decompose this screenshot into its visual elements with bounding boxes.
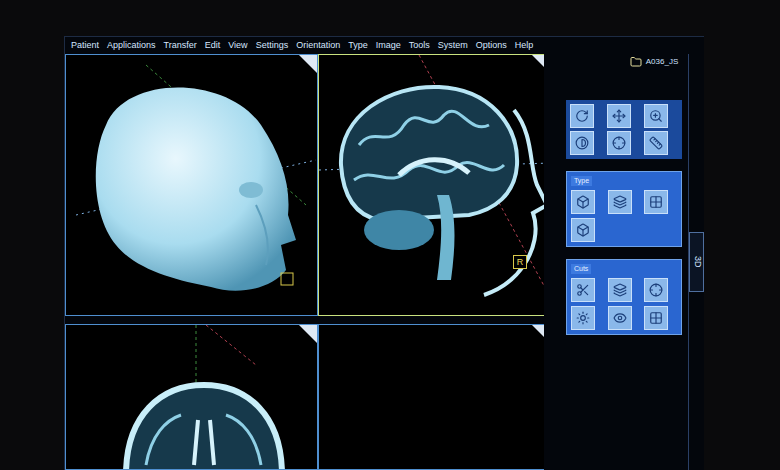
group-label: Type bbox=[571, 176, 592, 186]
pan-icon bbox=[612, 109, 626, 123]
eye-icon bbox=[613, 311, 627, 325]
menu-item[interactable]: Applications bbox=[107, 39, 156, 53]
tool-button[interactable] bbox=[607, 131, 631, 155]
corner-fold[interactable] bbox=[532, 325, 544, 343]
tool-panel: A036_JS Type Cuts bbox=[566, 54, 682, 470]
tool-button[interactable] bbox=[644, 278, 668, 302]
tool-button[interactable] bbox=[571, 190, 595, 214]
menu-item[interactable]: Type bbox=[348, 39, 368, 53]
contrast-icon bbox=[575, 136, 589, 150]
menu-item[interactable]: System bbox=[438, 39, 468, 53]
tool-group: Type bbox=[566, 171, 682, 247]
menu-item[interactable]: Tools bbox=[409, 39, 430, 53]
menu-item[interactable]: Patient bbox=[71, 39, 99, 53]
app: Patient Applications Transfer Edit View Setti… bbox=[0, 0, 780, 470]
menu-item[interactable]: Transfer bbox=[164, 39, 197, 53]
tool-button[interactable] bbox=[644, 131, 668, 155]
side-strip: 3D bbox=[688, 54, 704, 470]
grid-icon bbox=[649, 311, 663, 325]
tool-group: Cuts bbox=[566, 259, 682, 335]
viewport[interactable] bbox=[65, 54, 318, 316]
tool-button[interactable] bbox=[571, 306, 595, 330]
viewport[interactable]: R bbox=[318, 54, 544, 316]
corner-fold[interactable] bbox=[299, 325, 317, 343]
tool-grid bbox=[566, 100, 682, 159]
menu-item[interactable]: Options bbox=[476, 39, 507, 53]
corner-fold[interactable] bbox=[532, 55, 544, 73]
orientation-marker: R bbox=[513, 255, 527, 269]
viewport[interactable] bbox=[65, 324, 318, 470]
tool-button[interactable] bbox=[570, 104, 594, 128]
tool-button[interactable] bbox=[571, 278, 595, 302]
menu-bar: Patient Applications Transfer Edit View Setti… bbox=[65, 37, 704, 54]
tool-button[interactable] bbox=[644, 104, 668, 128]
box-icon bbox=[576, 223, 590, 237]
folder-icon bbox=[630, 56, 642, 68]
menu-item[interactable]: Image bbox=[376, 39, 401, 53]
corner-fold[interactable] bbox=[299, 55, 317, 73]
crosshair-icon bbox=[649, 283, 663, 297]
grid-icon bbox=[649, 195, 663, 209]
tool-button[interactable] bbox=[644, 306, 668, 330]
viewport-grid: R bbox=[65, 54, 544, 470]
sagittal-slice[interactable] bbox=[319, 55, 544, 316]
tool-button[interactable] bbox=[607, 104, 631, 128]
group-label: Cuts bbox=[571, 264, 591, 274]
tool-button[interactable] bbox=[608, 306, 632, 330]
scissors-icon bbox=[576, 283, 590, 297]
zoom-icon bbox=[649, 109, 663, 123]
tool-button[interactable] bbox=[644, 190, 668, 214]
workspace: R A036_JS Type Cuts 3D bbox=[65, 54, 704, 470]
crosshair-icon bbox=[612, 136, 626, 150]
sun-icon bbox=[576, 311, 590, 325]
tool-button[interactable] bbox=[571, 218, 595, 242]
box-icon bbox=[576, 195, 590, 209]
menu-item[interactable]: Settings bbox=[256, 39, 289, 53]
ruler-icon bbox=[649, 136, 663, 150]
axial-slice[interactable] bbox=[66, 325, 318, 470]
tool-button[interactable] bbox=[608, 190, 632, 214]
menu-item[interactable]: View bbox=[228, 39, 247, 53]
side-tab[interactable]: 3D bbox=[689, 232, 704, 292]
tool-button[interactable] bbox=[570, 131, 594, 155]
tool-button[interactable] bbox=[608, 278, 632, 302]
screen: Patient Applications Transfer Edit View Setti… bbox=[64, 36, 704, 470]
viewport[interactable] bbox=[318, 324, 544, 470]
menu-item[interactable]: Orientation bbox=[296, 39, 340, 53]
volume-render[interactable] bbox=[66, 55, 318, 316]
patient-folder[interactable]: A036_JS bbox=[566, 56, 682, 68]
menu-item[interactable]: Edit bbox=[205, 39, 221, 53]
rotate-icon bbox=[575, 109, 589, 123]
menu-item[interactable]: Help bbox=[515, 39, 534, 53]
layers-icon bbox=[613, 283, 627, 297]
layers-icon bbox=[613, 195, 627, 209]
